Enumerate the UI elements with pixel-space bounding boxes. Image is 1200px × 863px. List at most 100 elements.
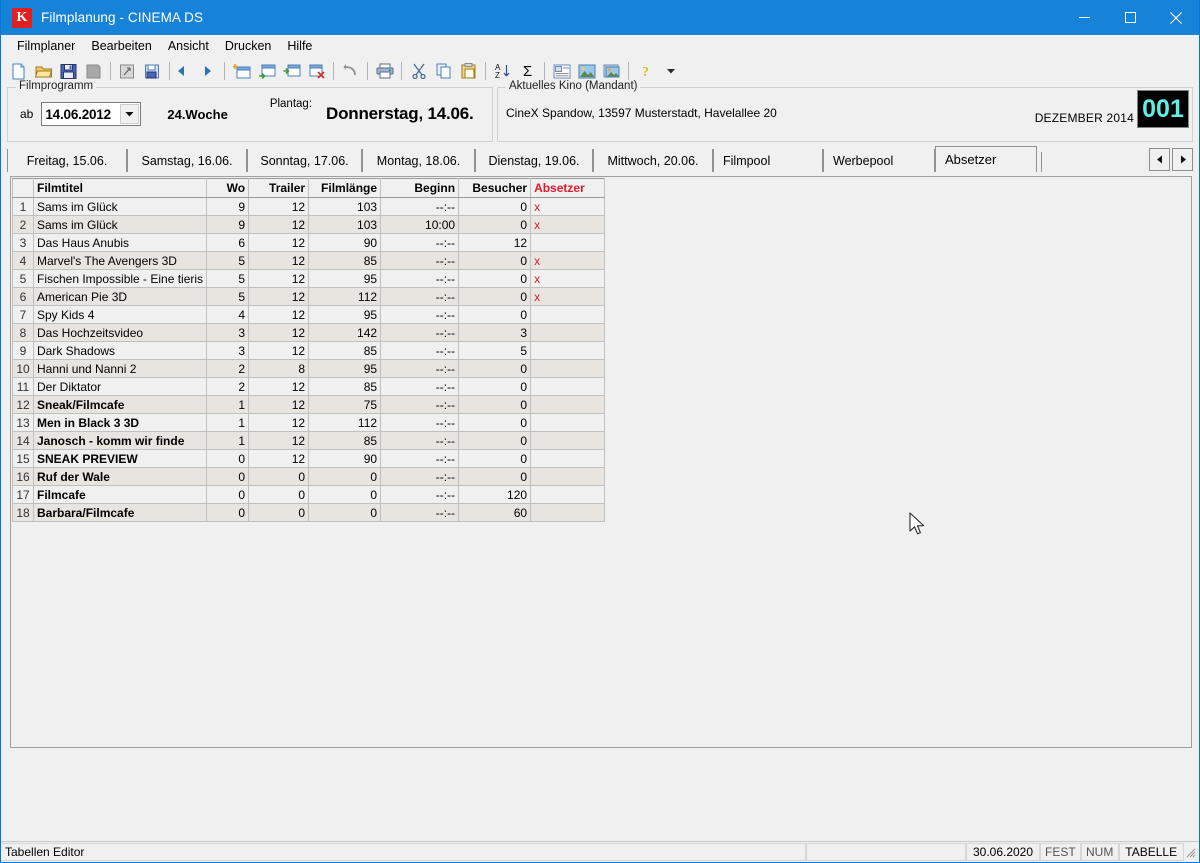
cell-trailer[interactable]: 12 <box>248 197 310 216</box>
cell-rownum[interactable]: 7 <box>12 305 34 324</box>
table-row[interactable]: 2 Sams im Glück 9 12 103 10:00 0 x <box>12 215 606 234</box>
cell-besucher[interactable]: 0 <box>458 197 532 216</box>
cell-trailer[interactable]: 12 <box>248 341 310 360</box>
cell-wo[interactable]: 3 <box>206 323 250 342</box>
menu-drucken[interactable]: Drucken <box>217 37 280 55</box>
cell-filmtitel[interactable]: Das Hochzeitsvideo <box>32 323 208 342</box>
export-icon[interactable] <box>140 59 165 83</box>
cell-filmtitel[interactable]: Sams im Glück <box>32 197 208 216</box>
table-row[interactable]: 9 Dark Shadows 3 12 85 --:-- 5 <box>12 341 606 360</box>
cell-beginn[interactable]: --:-- <box>380 251 460 270</box>
cell-filmtitel[interactable]: Spy Kids 4 <box>32 305 208 324</box>
cell-beginn[interactable]: --:-- <box>380 431 460 450</box>
cell-filmlaenge[interactable]: 90 <box>308 233 382 252</box>
tab-dienstag-19-06[interactable]: Dienstag, 19.06. <box>475 149 593 172</box>
cell-beginn[interactable]: --:-- <box>380 233 460 252</box>
cell-beginn[interactable]: --:-- <box>380 413 460 432</box>
column-header-besucher[interactable]: Besucher <box>458 178 532 198</box>
paste-icon[interactable] <box>456 59 481 83</box>
column-header-wo[interactable]: Wo <box>206 178 250 198</box>
cell-trailer[interactable]: 12 <box>248 233 310 252</box>
cell-filmlaenge[interactable]: 85 <box>308 431 382 450</box>
cell-absetzer[interactable] <box>530 395 606 414</box>
cell-absetzer[interactable] <box>530 431 606 450</box>
table-row[interactable]: 3 Das Haus Anubis 6 12 90 --:-- 12 <box>12 233 606 252</box>
previous-arrow-icon[interactable] <box>174 59 188 83</box>
menu-bearbeiten[interactable]: Bearbeiten <box>83 37 159 55</box>
cell-rownum[interactable]: 11 <box>12 377 34 396</box>
cell-trailer[interactable]: 0 <box>248 503 310 522</box>
cell-rownum[interactable]: 5 <box>12 269 34 288</box>
cell-rownum[interactable]: 8 <box>12 323 34 342</box>
cell-besucher[interactable]: 0 <box>458 359 532 378</box>
insert-row-icon[interactable] <box>279 59 304 83</box>
cell-filmtitel[interactable]: Das Haus Anubis <box>32 233 208 252</box>
tab-samstag-16-06[interactable]: Samstag, 16.06. <box>127 149 247 172</box>
column-header-beginn[interactable]: Beginn <box>380 178 460 198</box>
cell-rownum[interactable]: 1 <box>12 197 34 216</box>
table-row[interactable]: 5 Fischen Impossible - Eine tieris 5 12 95 --… <box>12 269 606 288</box>
chevron-down-icon[interactable] <box>120 104 140 124</box>
cell-absetzer[interactable] <box>530 467 606 486</box>
cell-absetzer[interactable] <box>530 503 606 522</box>
tab-sonntag-17-06[interactable]: Sonntag, 17.06. <box>247 149 362 172</box>
cell-rownum[interactable]: 18 <box>12 503 34 522</box>
undo-icon[interactable] <box>338 59 363 83</box>
tab-mittwoch-20-06[interactable]: Mittwoch, 20.06. <box>593 149 713 172</box>
table-row[interactable]: 10 Hanni und Nanni 2 2 8 95 --:-- 0 <box>12 359 606 378</box>
import-icon[interactable] <box>115 59 140 83</box>
cell-wo[interactable]: 6 <box>206 233 250 252</box>
cell-rownum[interactable]: 3 <box>12 233 34 252</box>
cell-absetzer[interactable]: x <box>530 251 606 270</box>
cell-rownum[interactable]: 13 <box>12 413 34 432</box>
cell-absetzer[interactable] <box>530 341 606 360</box>
cell-filmtitel[interactable]: American Pie 3D <box>32 287 208 306</box>
cell-absetzer[interactable] <box>530 305 606 324</box>
cell-beginn[interactable]: --:-- <box>380 449 460 468</box>
cell-filmlaenge[interactable]: 85 <box>308 377 382 396</box>
cell-beginn[interactable]: --:-- <box>380 197 460 216</box>
cell-rownum[interactable]: 12 <box>12 395 34 414</box>
table-row[interactable]: 18 Barbara/Filmcafe 0 0 0 --:-- 60 <box>12 503 606 522</box>
menu-filmplaner[interactable]: Filmplaner <box>9 37 83 55</box>
cell-wo[interactable]: 1 <box>206 431 250 450</box>
cell-absetzer[interactable] <box>530 323 606 342</box>
cell-filmtitel[interactable]: Janosch - komm wir finde <box>32 431 208 450</box>
cell-beginn[interactable]: --:-- <box>380 323 460 342</box>
cell-filmlaenge[interactable]: 90 <box>308 449 382 468</box>
tab-absetzer[interactable]: Absetzer <box>935 146 1037 172</box>
cell-beginn[interactable]: --:-- <box>380 467 460 486</box>
cell-trailer[interactable]: 12 <box>248 215 310 234</box>
new-row-icon[interactable] <box>229 59 254 83</box>
resize-grip-icon[interactable] <box>1184 846 1199 858</box>
cell-filmtitel[interactable]: Filmcafe <box>32 485 208 504</box>
cell-filmlaenge[interactable]: 0 <box>308 485 382 504</box>
cell-besucher[interactable]: 0 <box>458 305 532 324</box>
tab-werbepool[interactable]: Werbepool <box>823 149 935 172</box>
cell-absetzer[interactable] <box>530 449 606 468</box>
cell-beginn[interactable]: --:-- <box>380 305 460 324</box>
cell-rownum[interactable]: 10 <box>12 359 34 378</box>
cell-filmlaenge[interactable]: 0 <box>308 503 382 522</box>
cell-besucher[interactable]: 0 <box>458 449 532 468</box>
table-row[interactable]: 15 SNEAK PREVIEW 0 12 90 --:-- 0 <box>12 449 606 468</box>
cell-filmtitel[interactable]: Ruf der Wale <box>32 467 208 486</box>
table-row[interactable]: 6 American Pie 3D 5 12 112 --:-- 0 x <box>12 287 606 306</box>
insert-row-below-icon[interactable] <box>254 59 279 83</box>
cell-rownum[interactable]: 9 <box>12 341 34 360</box>
cell-beginn[interactable]: --:-- <box>380 485 460 504</box>
menu-ansicht[interactable]: Ansicht <box>160 37 217 55</box>
cell-beginn[interactable]: --:-- <box>380 359 460 378</box>
cell-filmtitel[interactable]: SNEAK PREVIEW <box>32 449 208 468</box>
cell-filmlaenge[interactable]: 85 <box>308 341 382 360</box>
cell-filmlaenge[interactable]: 95 <box>308 305 382 324</box>
cell-wo[interactable]: 9 <box>206 197 250 216</box>
cell-filmlaenge[interactable]: 95 <box>308 359 382 378</box>
cell-wo[interactable]: 1 <box>206 413 250 432</box>
cell-filmtitel[interactable]: Sneak/Filmcafe <box>32 395 208 414</box>
cell-beginn[interactable]: 10:00 <box>380 215 460 234</box>
cut-scissors-icon[interactable] <box>406 59 431 83</box>
cell-absetzer[interactable] <box>530 359 606 378</box>
cell-absetzer[interactable]: x <box>530 269 606 288</box>
maximize-button[interactable] <box>1107 0 1153 35</box>
